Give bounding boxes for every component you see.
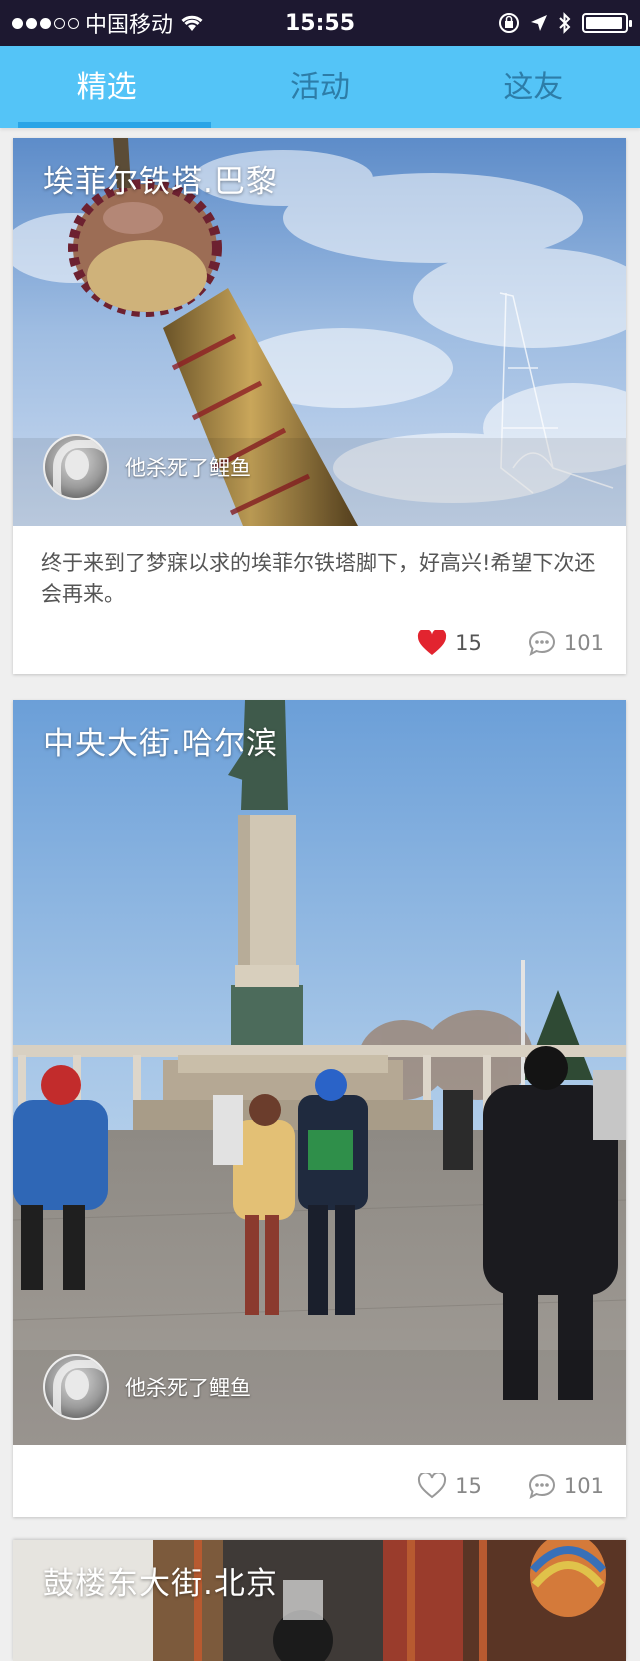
- post-photo[interactable]: 埃菲尔铁塔.巴黎 他杀死了鲤鱼: [13, 138, 626, 526]
- signal-strength-icon: [12, 17, 79, 29]
- post-author[interactable]: 他杀死了鲤鱼: [43, 1354, 251, 1420]
- like-button[interactable]: 15: [417, 630, 482, 656]
- comment-count: 101: [563, 631, 604, 655]
- bluetooth-icon: [559, 12, 571, 34]
- post-card[interactable]: 埃菲尔铁塔.巴黎 他杀死了鲤鱼 终于来到了梦寐以求的埃菲尔铁塔脚下，好高兴!希望…: [13, 138, 626, 674]
- active-tab-indicator: [18, 122, 212, 128]
- like-count: 15: [455, 1474, 482, 1498]
- tab-activities-label: 活动: [289, 70, 350, 105]
- location-arrow-icon: [531, 15, 547, 31]
- like-count: 15: [455, 631, 482, 655]
- battery-icon: [582, 13, 632, 33]
- avatar[interactable]: [43, 434, 109, 500]
- author-name[interactable]: 他杀死了鲤鱼: [125, 452, 251, 482]
- comment-count: 101: [563, 1474, 604, 1498]
- post-photo[interactable]: 鼓楼东大街.北京: [13, 1540, 626, 1661]
- tab-activities[interactable]: 活动: [213, 46, 426, 128]
- heart-filled-icon: [418, 630, 447, 655]
- carrier-name: 中国移动: [85, 13, 174, 38]
- comment-button[interactable]: 101: [528, 1473, 604, 1499]
- post-photo[interactable]: 中央大街.哈尔滨 他杀死了鲤鱼: [13, 700, 626, 1445]
- comment-icon: [528, 630, 555, 656]
- tab-featured[interactable]: 精选: [0, 46, 213, 128]
- rotation-lock-icon: [499, 13, 519, 33]
- like-button[interactable]: 15: [417, 1473, 482, 1499]
- post-card[interactable]: 中央大街.哈尔滨 他杀死了鲤鱼 15 101: [13, 700, 626, 1517]
- post-actions: 15 101: [417, 630, 604, 656]
- post-location-title: 埃菲尔铁塔.巴黎: [43, 164, 278, 200]
- tab-friends[interactable]: 这友: [427, 46, 640, 128]
- post-text: 终于来到了梦寐以求的埃菲尔铁塔脚下，好高兴!希望下次还会再来。: [41, 551, 596, 606]
- post-location-title: 鼓楼东大街.北京: [43, 1566, 278, 1602]
- post-author[interactable]: 他杀死了鲤鱼: [43, 434, 251, 500]
- comment-button[interactable]: 101: [528, 630, 604, 656]
- author-name[interactable]: 他杀死了鲤鱼: [125, 1372, 251, 1402]
- tab-bar: 精选 活动 这友: [0, 46, 640, 128]
- status-bar: 中国移动 15:55: [0, 0, 640, 46]
- post-actions: 15 101: [417, 1473, 604, 1499]
- wifi-icon: [181, 15, 203, 31]
- heart-outline-icon: [418, 1473, 447, 1499]
- tab-friends-label: 这友: [503, 70, 564, 105]
- post-location-title: 中央大街.哈尔滨: [43, 726, 278, 762]
- comment-icon: [528, 1473, 555, 1499]
- post-card[interactable]: 鼓楼东大街.北京: [13, 1540, 626, 1661]
- tab-featured-label: 精选: [76, 70, 137, 105]
- avatar[interactable]: [43, 1354, 109, 1420]
